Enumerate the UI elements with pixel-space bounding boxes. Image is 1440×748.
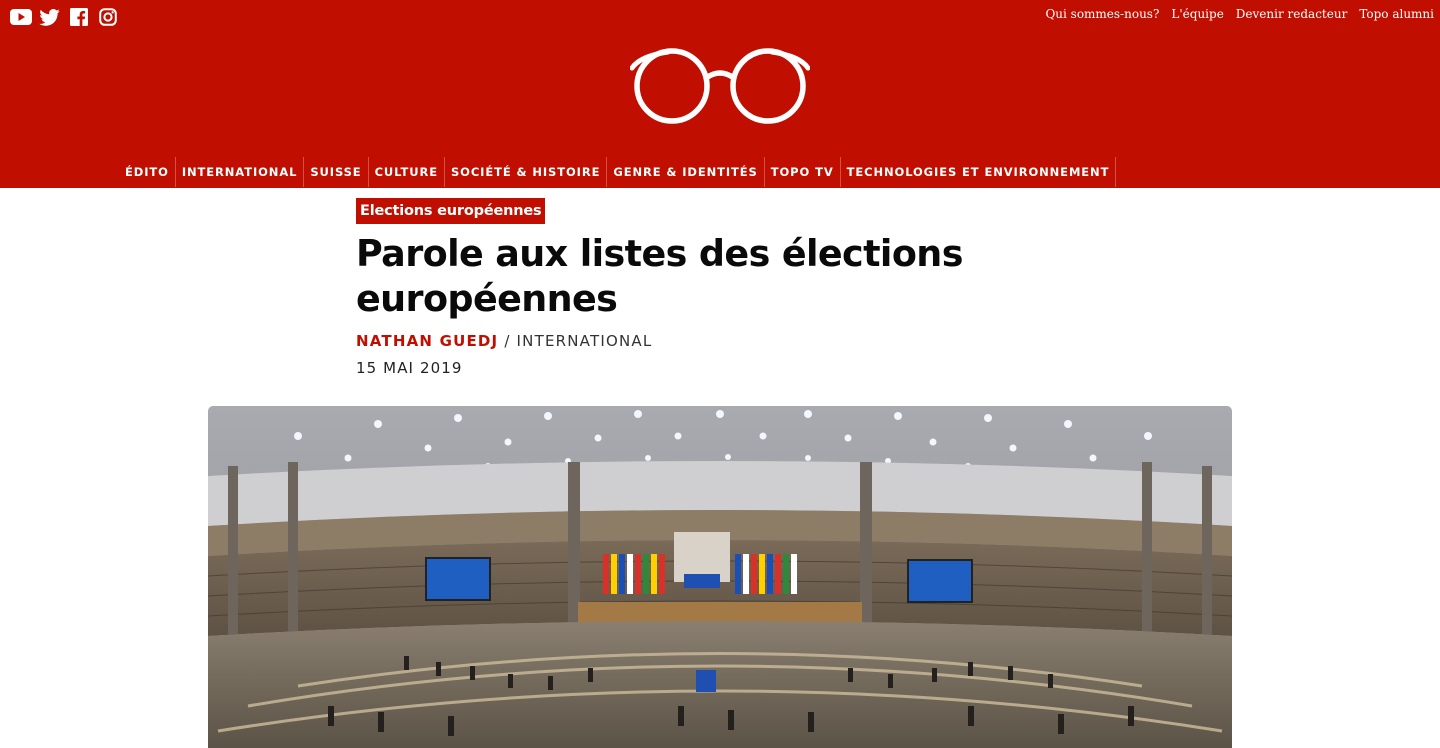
nav-item-genre-identites[interactable]: GENRE & IDENTITÉS [607, 157, 765, 187]
site-header: Qui sommes-nous? L'équipe Devenir redact… [0, 0, 1440, 188]
top-link-alumni[interactable]: Topo alumni [1359, 7, 1434, 21]
nav-item-societe-histoire[interactable]: SOCIÉTÉ & HISTOIRE [445, 157, 608, 187]
top-link-team[interactable]: L'équipe [1171, 7, 1223, 21]
glasses-logo-icon[interactable] [629, 44, 811, 128]
youtube-icon[interactable] [6, 6, 35, 28]
nav-item-edito[interactable]: ÉDITO [119, 157, 176, 187]
nav-item-topo-tv[interactable]: TOPO TV [765, 157, 841, 187]
instagram-icon[interactable] [93, 6, 122, 28]
nav-item-technologies-environnement[interactable]: TECHNOLOGIES ET ENVIRONNEMENT [841, 157, 1117, 187]
author-link[interactable]: NATHAN GUEDJ [356, 332, 498, 350]
social-links [6, 6, 122, 28]
nav-item-international[interactable]: INTERNATIONAL [176, 157, 305, 187]
twitter-icon[interactable] [35, 6, 64, 28]
article-title: Parole aux listes des élections européen… [356, 232, 963, 320]
category-tag[interactable]: Elections européennes [356, 198, 546, 224]
top-links: Qui sommes-nous? L'équipe Devenir redact… [1045, 7, 1434, 21]
top-link-about[interactable]: Qui sommes-nous? [1045, 7, 1159, 21]
nav-item-suisse[interactable]: SUISSE [304, 157, 369, 187]
article-meta: NATHAN GUEDJ / INTERNATIONAL [356, 331, 1076, 351]
main-nav: ÉDITO INTERNATIONAL SUISSE CULTURE SOCIÉ… [119, 157, 1117, 187]
facebook-icon[interactable] [64, 6, 93, 28]
top-link-become-writer[interactable]: Devenir redacteur [1236, 7, 1348, 21]
article-header: Elections européennes Parole aux listes … [356, 198, 1076, 378]
hero-image [208, 406, 1232, 748]
meta-separator: / [504, 332, 511, 350]
nav-item-culture[interactable]: CULTURE [369, 157, 445, 187]
publish-date: 15 MAI 2019 [356, 359, 463, 377]
section-link[interactable]: INTERNATIONAL [517, 332, 653, 350]
